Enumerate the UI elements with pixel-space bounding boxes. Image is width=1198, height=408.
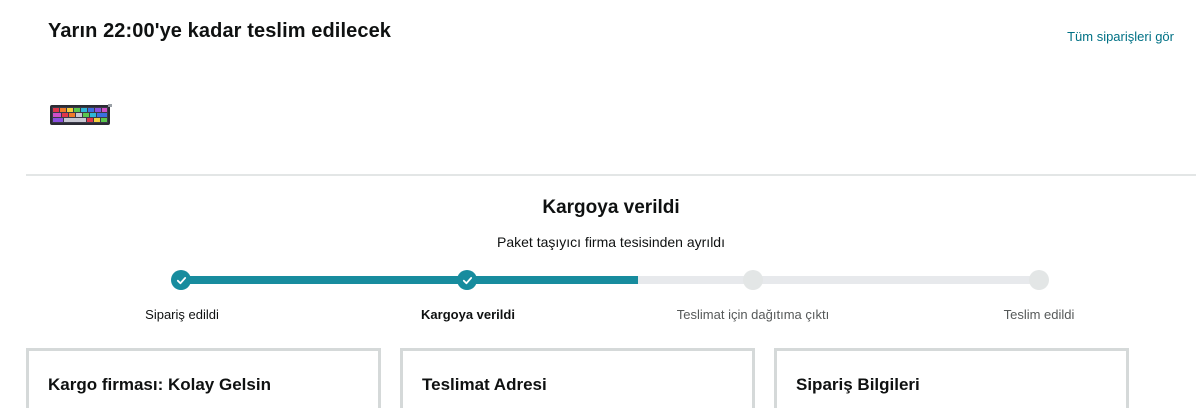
step-shipped-check-icon [457,270,477,290]
order-info-card: Sipariş Bilgileri [774,348,1129,408]
step-ordered-check-icon [171,270,191,290]
carrier-card-title: Kargo firması: Kolay Gelsin [48,375,271,394]
progress-track-fill [181,276,638,284]
shipment-status-subtitle: Paket taşıyıcı firma tesisinden ayrıldı [497,234,725,250]
step-delivered-dot [1029,270,1049,290]
step-label-ordered: Sipariş edildi [145,307,219,322]
product-thumbnail[interactable] [50,104,112,126]
step-label-shipped: Kargoya verildi [421,307,515,322]
delivery-address-card: Teslimat Adresi [400,348,755,408]
view-all-orders-link[interactable]: Tüm siparişleri gör [1067,29,1174,44]
carrier-card: Kargo firması: Kolay Gelsin [26,348,381,408]
order-info-card-title: Sipariş Bilgileri [796,375,920,394]
shipment-status-title: Kargoya verildi [542,197,680,218]
delivery-address-card-title: Teslimat Adresi [422,375,547,394]
step-out-for-delivery-dot [743,270,763,290]
keyboard-thumbnail-icon [50,104,112,125]
section-divider [26,174,1196,176]
step-label-delivered: Teslim edildi [1003,307,1075,322]
step-label-out-for-delivery: Teslimat için dağıtıma çıktı [676,307,830,322]
delivery-estimate-title: Yarın 22:00'ye kadar teslim edilecek [48,20,392,42]
